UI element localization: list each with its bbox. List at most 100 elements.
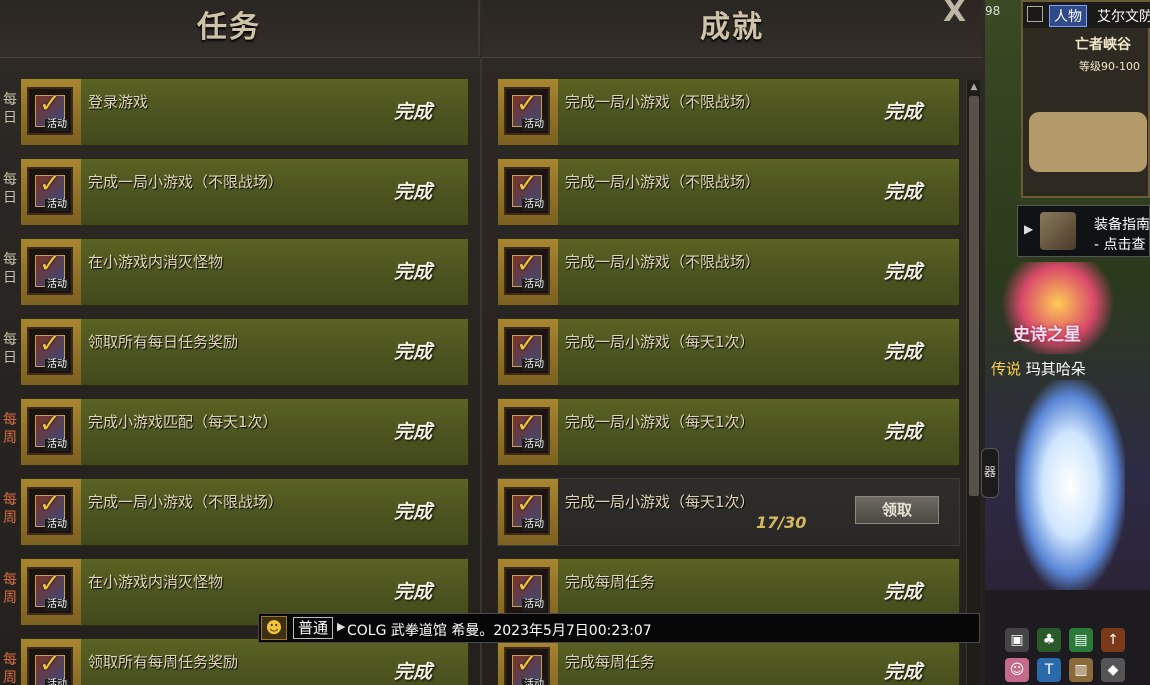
hotbar-slot-book-icon[interactable]: ▥ [1069,658,1093,682]
checkmark-icon: ✓ [39,249,61,279]
task-status: 完成 [394,261,433,283]
icon-frame: ✓ 活动 [21,559,81,625]
scroll-thumb[interactable] [969,96,979,496]
guide-subtitle: - 点击查 [1094,237,1146,253]
minimap-header: 人物 艾尔文防 [1023,2,1150,28]
achievement-status: 完成 [884,581,923,603]
hotbar-slot-tp-icon[interactable]: T [1037,658,1061,682]
achievement-text: 完成一局小游戏（每天1次） [565,333,755,351]
achievement-row[interactable]: ✓ 活动 完成一局小游戏（不限战场） 完成 [497,238,960,306]
epic-star-emblem: 史诗之星 [995,262,1121,354]
side-tab[interactable]: 器 [981,448,999,498]
task-text: 完成一局小游戏（不限战场） [88,173,284,191]
icon-tag: 活动 [522,359,546,371]
achievement-scrollbar[interactable]: ▲ [966,80,980,685]
task-row[interactable]: ✓ 活动 领取所有每日任务奖励 完成 [20,318,469,386]
icon-frame: ✓ 活动 [21,399,81,465]
column-divider [480,58,482,685]
checkmark-icon: ✓ [39,329,61,359]
task-text: 在小游戏内消灭怪物 [88,253,224,271]
claim-reward-button[interactable]: 领取 [855,496,939,524]
hotbar-slot-upgrade-icon[interactable]: ↑ [1101,628,1125,652]
guide-expand-icon[interactable]: ▶ [1024,222,1033,236]
hotbar-slot-avatar-icon[interactable]: ☺ [1005,658,1029,682]
icon-tag: 活动 [45,359,69,371]
achievement-icon: ✓ 活动 [504,487,550,535]
task-row[interactable]: ✓ 活动 登录游戏 完成 [20,78,469,146]
achievement-text: 完成一局小游戏（不限战场） [565,173,761,191]
achievement-icon: ✓ 活动 [504,647,550,685]
close-button[interactable]: X [943,0,966,29]
icon-tag: 活动 [45,199,69,211]
icon-frame: ✓ 活动 [498,479,558,545]
tasks-header: 任务 [0,0,480,58]
checkmark-icon: ✓ [39,649,61,679]
task-frequency-label: 每日 [3,332,17,366]
minimap-toggle-button[interactable] [1027,6,1043,22]
achievement-row[interactable]: ✓ 活动 完成一局小游戏（不限战场） 完成 [497,78,960,146]
minimap-map[interactable] [1029,112,1147,172]
chat-arrow-icon: ▶ [337,620,346,633]
icon-tag: 活动 [522,599,546,611]
achievement-status: 完成 [884,181,923,203]
chat-message: COLG 武拳道馆 希曼。2023年5月7日00:23:07 [347,623,652,639]
icon-tag: 活动 [522,279,546,291]
icon-tag: 活动 [45,599,69,611]
task-row[interactable]: ✓ 活动 在小游戏内消灭怪物 完成 [20,238,469,306]
level-number: 98 [985,4,1001,18]
minimap: 人物 艾尔文防 亡者峡谷 等级90-100 [1021,0,1150,198]
icon-frame: ✓ 活动 [498,639,558,685]
task-text: 完成一局小游戏（不限战场） [88,493,284,511]
checkmark-icon: ✓ [516,649,538,679]
emblem-text: 史诗之星 [1013,325,1081,345]
task-frequency-label: 每周 [3,412,17,446]
icon-frame: ✓ 活动 [21,319,81,385]
achievements-title: 成就 [700,10,764,45]
hotbar-slot-sprout-icon[interactable]: ♣ [1037,628,1061,652]
task-frequency-label: 每日 [3,252,17,286]
character-title: 传说 玛其哈朵 [991,358,1086,379]
task-text: 登录游戏 [88,93,149,111]
achievement-row[interactable]: ✓ 活动 完成一局小游戏（不限战场） 完成 [497,158,960,226]
chat-emoji-icon[interactable]: ☻ [261,616,287,640]
task-complete-icon: ✓ 活动 [27,167,73,215]
hotbar-slot-chart-icon[interactable]: ▤ [1069,628,1093,652]
achievements-header: 成就 [482,0,982,58]
icon-tag: 活动 [522,199,546,211]
task-row[interactable]: ✓ 活动 完成小游戏匹配（每天1次） 完成 [20,398,469,466]
character-sprite[interactable] [1015,380,1125,590]
guide-title: 装备指南 [1094,217,1150,233]
chat-channel-button[interactable]: 普通 [293,617,334,639]
task-complete-icon: ✓ 活动 [27,327,73,375]
task-row[interactable]: ✓ 活动 完成一局小游戏（不限战场） 完成 [20,478,469,546]
minimap-tab-character[interactable]: 人物 [1049,5,1087,27]
minimap-zone: 艾尔文防 [1097,9,1150,25]
chat-bar[interactable]: ☻ 普通 ▶ COLG 武拳道馆 希曼。2023年5月7日00:23:07 [258,613,980,643]
achievement-row[interactable]: ✓ 活动 完成每周任务 完成 [497,638,960,685]
checkmark-icon: ✓ [516,489,538,519]
icon-frame: ✓ 活动 [21,479,81,545]
achievement-status: 完成 [884,341,923,363]
scroll-up-arrow-icon[interactable]: ▲ [967,80,981,94]
achievement-icon: ✓ 活动 [504,167,550,215]
task-complete-icon: ✓ 活动 [27,87,73,135]
achievement-row[interactable]: ✓ 活动 完成一局小游戏（每天1次） 完成 [497,318,960,386]
equipment-guide-banner[interactable]: ▶ 装备指南 - 点击查 [1017,205,1150,257]
checkmark-icon: ✓ [39,489,61,519]
task-status: 完成 [394,661,433,683]
achievement-row[interactable]: ✓ 活动 完成一局小游戏（每天1次） 完成 [497,398,960,466]
checkmark-icon: ✓ [516,89,538,119]
hotbar-slot-suit-icon[interactable]: ▣ [1005,628,1029,652]
task-row[interactable]: ✓ 活动 领取所有每周任务奖励 完成 [20,638,469,685]
checkmark-icon: ✓ [39,569,61,599]
game-view: 98 人物 艾尔文防 亡者峡谷 等级90-100 ▶ 装备指南 - 点击查 史诗… [981,0,1150,685]
checkmark-icon: ✓ [516,169,538,199]
achievement-row[interactable]: ✓ 活动 完成一局小游戏（每天1次） 17/30 领取 [497,478,960,546]
icon-frame: ✓ 活动 [498,79,558,145]
checkmark-icon: ✓ [39,89,61,119]
icon-frame: ✓ 活动 [21,159,81,225]
task-text: 领取所有每日任务奖励 [88,333,239,351]
task-frequency-label: 每周 [3,492,17,526]
hotbar-slot-gem-icon[interactable]: ◆ [1101,658,1125,682]
task-row[interactable]: ✓ 活动 完成一局小游戏（不限战场） 完成 [20,158,469,226]
